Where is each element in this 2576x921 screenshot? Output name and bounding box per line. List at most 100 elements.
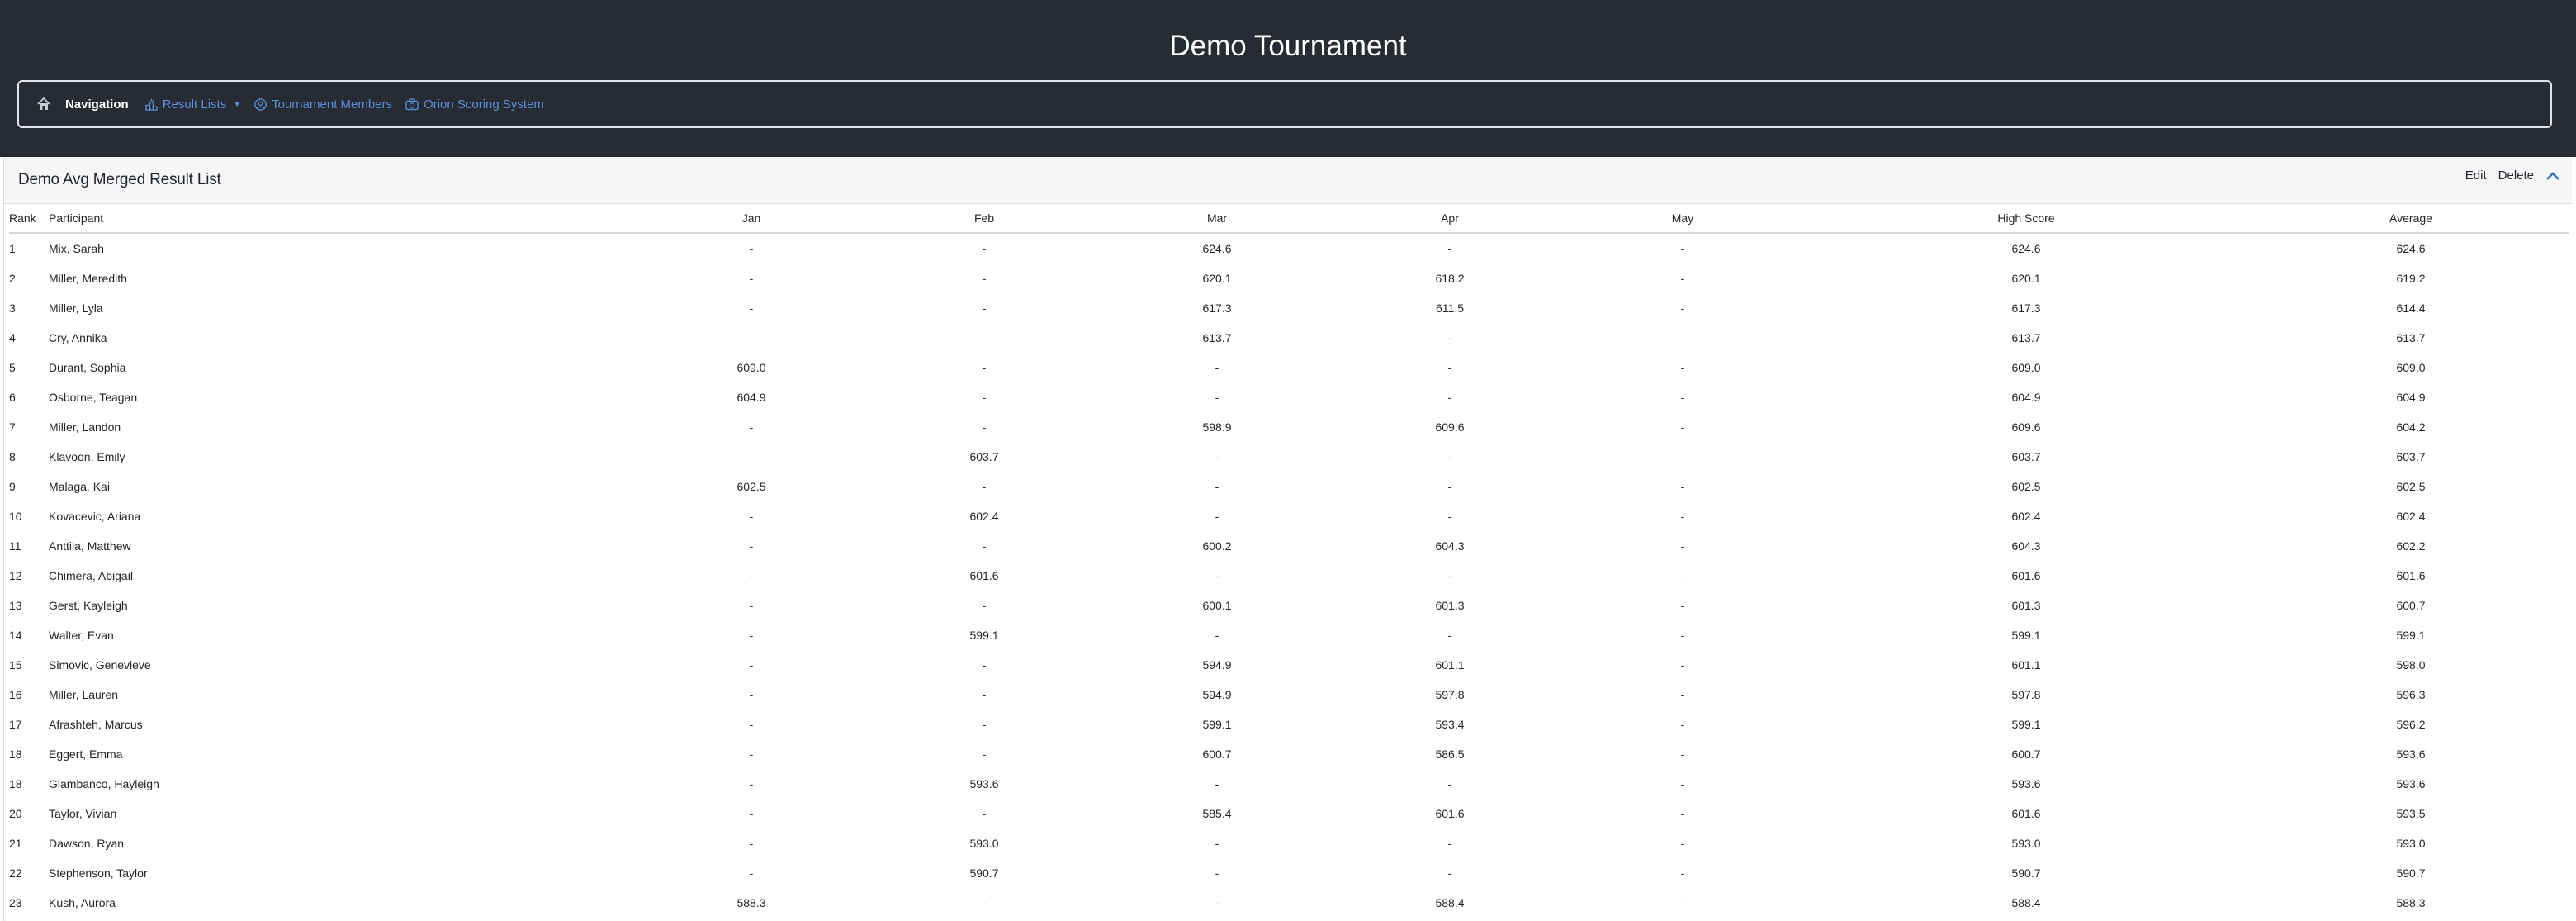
high-score-cell: 602.5 bbox=[2011, 480, 2041, 493]
jan-cell: - bbox=[749, 301, 754, 315]
feb-cell: 599.1 bbox=[969, 629, 999, 642]
mar-cell: 624.6 bbox=[1202, 242, 1232, 255]
mar-cell: - bbox=[1215, 777, 1219, 790]
high-score-cell: 604.3 bbox=[2011, 539, 2041, 553]
apr-cell: 601.1 bbox=[1435, 658, 1465, 672]
jan-cell: - bbox=[749, 837, 754, 850]
rank-cell: 15 bbox=[9, 658, 22, 672]
average-cell: 613.7 bbox=[2396, 331, 2426, 344]
high-score-cell: 597.8 bbox=[2011, 688, 2041, 701]
table-row: 11 Anttila, Matthew - - 600.2 604.3 - 604.3 602.… bbox=[9, 531, 2569, 561]
may-cell: - bbox=[1680, 837, 1685, 850]
rank-cell: 11 bbox=[9, 539, 21, 553]
table-row: 23 Kush, Aurora 588.3 - - 588.4 - 588.4 588.3 bbox=[9, 888, 2569, 918]
column-header-participant[interactable]: Participant bbox=[49, 204, 635, 234]
jan-cell: 588.3 bbox=[736, 896, 766, 909]
high-score-cell: 613.7 bbox=[2011, 331, 2041, 344]
may-cell: - bbox=[1680, 420, 1685, 434]
may-cell: - bbox=[1680, 748, 1685, 761]
navigation-bar: Navigation Result Lists ▼ Tournament Mem… bbox=[17, 80, 2552, 128]
table-row: 18 Eggert, Emma - - 600.7 586.5 - 600.7 593.6 bbox=[9, 739, 2569, 769]
mar-cell: 599.1 bbox=[1202, 718, 1232, 731]
apr-cell: 609.6 bbox=[1435, 420, 1465, 434]
may-cell: - bbox=[1680, 301, 1685, 315]
apr-cell: - bbox=[1447, 361, 1452, 374]
average-cell: 599.1 bbox=[2396, 629, 2426, 642]
apr-cell: - bbox=[1447, 866, 1452, 880]
table-row: 7 Miller, Landon - - 598.9 609.6 - 609.6 604.2 bbox=[9, 412, 2569, 442]
jan-cell: - bbox=[749, 658, 754, 672]
participant-cell: Miller, Landon bbox=[49, 420, 121, 434]
apr-cell: - bbox=[1447, 510, 1452, 523]
participant-cell: Anttila, Matthew bbox=[49, 539, 131, 553]
jan-cell: - bbox=[749, 629, 754, 642]
may-cell: - bbox=[1680, 688, 1685, 701]
rank-cell: 21 bbox=[9, 837, 22, 850]
page-title: Demo Tournament bbox=[1169, 30, 1407, 62]
participant-cell: Miller, Meredith bbox=[49, 272, 127, 285]
apr-cell: 586.5 bbox=[1435, 748, 1465, 761]
table-row: 12 Chimera, Abigail - 601.6 - - - 601.6 601.6 bbox=[9, 561, 2569, 591]
participant-cell: Cry, Annika bbox=[49, 331, 107, 344]
column-header-mar[interactable]: Mar bbox=[1101, 204, 1333, 234]
high-score-cell: 602.4 bbox=[2011, 510, 2041, 523]
chevron-up-icon[interactable] bbox=[2545, 170, 2560, 182]
rank-cell: 4 bbox=[9, 331, 16, 344]
participant-cell: Malaga, Kai bbox=[49, 480, 110, 493]
may-cell: - bbox=[1680, 718, 1685, 731]
mar-cell: 594.9 bbox=[1202, 658, 1232, 672]
average-cell: 590.7 bbox=[2396, 866, 2426, 880]
apr-cell: 597.8 bbox=[1435, 688, 1465, 701]
average-cell: 604.9 bbox=[2396, 391, 2426, 404]
table-row: 9 Malaga, Kai 602.5 - - - - 602.5 602.5 bbox=[9, 472, 2569, 501]
may-cell: - bbox=[1680, 777, 1685, 790]
apr-cell: - bbox=[1447, 480, 1452, 493]
column-header-jan[interactable]: Jan bbox=[635, 204, 868, 234]
apr-cell: - bbox=[1447, 777, 1452, 790]
nav-result-lists-dropdown[interactable]: Result Lists ▼ bbox=[144, 97, 241, 112]
feb-cell: - bbox=[982, 748, 987, 761]
average-cell: 598.0 bbox=[2396, 658, 2426, 672]
delete-button[interactable]: Delete bbox=[2498, 169, 2534, 183]
feb-cell: - bbox=[982, 272, 987, 285]
feb-cell: 593.0 bbox=[969, 837, 999, 850]
column-header-rank[interactable]: Rank bbox=[9, 204, 49, 234]
mar-cell: - bbox=[1215, 510, 1219, 523]
page-header: Demo Tournament Navigation Result Lists … bbox=[0, 0, 2576, 157]
table-row: 1 Mix, Sarah - - 624.6 - - 624.6 624.6 bbox=[9, 233, 2569, 263]
high-score-cell: 601.3 bbox=[2011, 599, 2041, 612]
jan-cell: - bbox=[749, 866, 754, 880]
table-row: 18 Glambanco, Hayleigh - 593.6 - - - 593.6 593.6 bbox=[9, 769, 2569, 799]
column-header-may[interactable]: May bbox=[1566, 204, 1799, 234]
column-header-high-score[interactable]: High Score bbox=[1799, 204, 2253, 234]
column-header-apr[interactable]: Apr bbox=[1333, 204, 1566, 234]
mar-cell: - bbox=[1215, 480, 1219, 493]
nav-tournament-members-link[interactable]: Tournament Members bbox=[254, 97, 392, 112]
participant-cell: Glambanco, Hayleigh bbox=[49, 777, 159, 790]
table-row: 6 Osborne, Teagan 604.9 - - - - 604.9 604.9 bbox=[9, 382, 2569, 412]
participant-cell: Taylor, Vivian bbox=[49, 807, 117, 820]
high-score-cell: 593.0 bbox=[2011, 837, 2041, 850]
result-list-title: Demo Avg Merged Result List bbox=[18, 171, 221, 188]
edit-button[interactable]: Edit bbox=[2465, 169, 2487, 183]
nav-brand: Navigation bbox=[65, 97, 129, 112]
panel-header: Demo Avg Merged Result List Edit Delete bbox=[4, 157, 2572, 204]
may-cell: - bbox=[1680, 480, 1685, 493]
feb-cell: - bbox=[982, 391, 987, 404]
participant-cell: Klavoon, Emily bbox=[49, 450, 125, 463]
feb-cell: 602.4 bbox=[969, 510, 999, 523]
may-cell: - bbox=[1680, 272, 1685, 285]
column-header-feb[interactable]: Feb bbox=[868, 204, 1101, 234]
mar-cell: - bbox=[1215, 361, 1219, 374]
apr-cell: 601.6 bbox=[1435, 807, 1465, 820]
jan-cell: - bbox=[749, 510, 754, 523]
rank-cell: 6 bbox=[9, 391, 16, 404]
feb-cell: - bbox=[982, 688, 987, 701]
feb-cell: - bbox=[982, 658, 987, 672]
nav-orion-scoring-link[interactable]: Orion Scoring System bbox=[405, 97, 544, 112]
jan-cell: - bbox=[749, 599, 754, 612]
apr-cell: 593.4 bbox=[1435, 718, 1465, 731]
feb-cell: 603.7 bbox=[969, 450, 999, 463]
column-header-average[interactable]: Average bbox=[2253, 204, 2569, 234]
home-icon[interactable] bbox=[36, 96, 52, 112]
